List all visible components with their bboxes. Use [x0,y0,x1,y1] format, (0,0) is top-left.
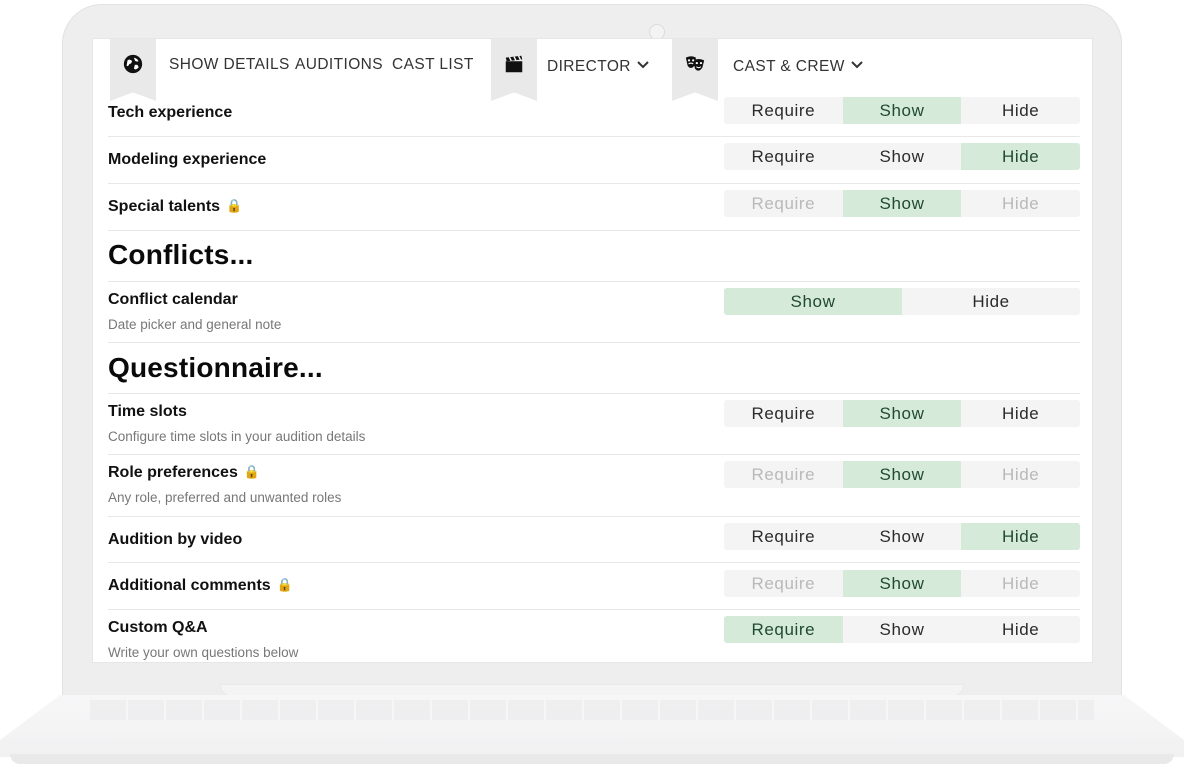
show-option[interactable]: Show [843,523,962,550]
show-option[interactable]: Show [842,570,962,597]
setting-label: Modeling experience [108,151,267,168]
show-option[interactable]: Show [842,190,962,217]
show-option[interactable]: Show [843,616,962,643]
lock-icon: 🔒 [243,464,261,479]
require-option[interactable]: Require [724,97,843,124]
setting-row-role-preferences: Role preferences 🔒 Any role, preferred an… [108,455,1080,517]
require-option[interactable]: Require [724,523,843,550]
setting-row-special-talents: Special talents 🔒 Require Show Hide [108,184,1080,231]
setting-label-wrap: Additional comments 🔒 [108,577,293,595]
require-option[interactable]: Require [724,400,843,427]
hide-option[interactable]: Hide [961,523,1080,550]
setting-description: Any role, preferred and unwanted roles [108,490,342,505]
setting-row-audition-video: Audition by video Require Show Hide [108,517,1080,563]
clapperboard-icon [505,55,523,73]
setting-label: Audition by video [108,531,243,548]
require-show-hide-toggle: Require Show Hide [724,190,1080,217]
laptop-hinge [220,684,964,696]
hide-option[interactable]: Hide [961,461,1080,488]
setting-row-time-slots: Time slots Configure time slots in your … [108,394,1080,455]
top-nav: SHOW DETAILS AUDITIONS CAST LIST DIRECTO… [93,39,1092,101]
show-option[interactable]: Show [843,143,962,170]
chevron-down-icon [637,56,649,74]
require-show-hide-toggle: Require Show Hide [724,97,1080,124]
setting-label: Time slots [108,403,187,420]
require-show-hide-toggle: Require Show Hide [724,400,1080,427]
section-heading: Questionnaire... [108,352,323,383]
section-questionnaire: Questionnaire... [108,343,1080,394]
hide-option[interactable]: Hide [961,97,1080,124]
lock-icon: 🔒 [276,577,293,592]
nav-auditions[interactable]: AUDITIONS [295,56,383,74]
hide-option[interactable]: Hide [961,190,1080,217]
show-option[interactable]: Show [842,400,962,427]
setting-label: Tech experience [108,104,233,121]
setting-label: Special talents [108,198,221,215]
nav-cast-crew-label: CAST & CREW [733,58,845,75]
chevron-down-icon [851,56,863,74]
theater-masks-icon [685,56,705,71]
laptop-base-edge [10,754,1174,764]
hide-option[interactable]: Hide [961,143,1080,170]
setting-label: Additional comments [108,577,271,594]
setting-description: Date picker and general note [108,317,282,332]
app-screen: SHOW DETAILS AUDITIONS CAST LIST DIRECTO… [92,38,1093,663]
require-option[interactable]: Require [724,461,843,488]
setting-row-modeling: Modeling experience Require Show Hide [108,137,1080,184]
setting-row-additional-comments: Additional comments 🔒 Require Show Hide [108,563,1080,610]
setting-label-wrap: Special talents 🔒 [108,198,242,216]
hide-option[interactable]: Hide [902,288,1080,315]
require-show-hide-toggle: Require Show Hide [724,616,1080,643]
section-heading: Conflicts... [108,239,254,270]
setting-row-custom-qa: Custom Q&A Write your own questions belo… [108,610,1080,662]
nav-cast-list[interactable]: CAST LIST [392,56,474,74]
require-show-hide-toggle: Require Show Hide [724,570,1080,597]
require-show-hide-toggle: Require Show Hide [724,143,1080,170]
globe-icon [123,54,143,74]
setting-description: Configure time slots in your audition de… [108,429,366,444]
setting-label-wrap: Role preferences 🔒 [108,464,260,482]
hide-option[interactable]: Hide [961,400,1080,427]
setting-description: Write your own questions below [108,645,299,660]
section-conflicts: Conflicts... [108,231,1080,282]
setting-row-conflict-calendar: Conflict calendar Date picker and genera… [108,282,1080,343]
laptop-keyboard [90,700,1094,720]
require-option[interactable]: Require [724,143,843,170]
require-option[interactable]: Require [724,570,843,597]
show-option[interactable]: Show [842,461,962,488]
show-hide-toggle: Show Hide [724,288,1080,315]
hide-option[interactable]: Hide [961,616,1080,643]
setting-label: Custom Q&A [108,619,208,636]
nav-director[interactable]: DIRECTOR [547,56,649,76]
require-option[interactable]: Require [724,616,843,643]
show-option[interactable]: Show [842,97,962,124]
setting-row-tech: Tech experience Require Show Hide [108,91,1080,137]
setting-label: Conflict calendar [108,291,238,308]
nav-director-label: DIRECTOR [547,58,631,75]
lock-icon: 🔒 [226,198,243,213]
show-option[interactable]: Show [724,288,902,315]
hide-option[interactable]: Hide [961,570,1080,597]
require-show-hide-toggle: Require Show Hide [724,461,1080,488]
nav-show-details[interactable]: SHOW DETAILS [169,56,290,74]
form-settings: Tech experience Require Show Hide Modeli… [108,91,1080,662]
nav-cast-crew[interactable]: CAST & CREW [733,56,863,76]
require-option[interactable]: Require [724,190,843,217]
require-show-hide-toggle: Require Show Hide [724,523,1080,550]
setting-label: Role preferences [108,464,238,481]
